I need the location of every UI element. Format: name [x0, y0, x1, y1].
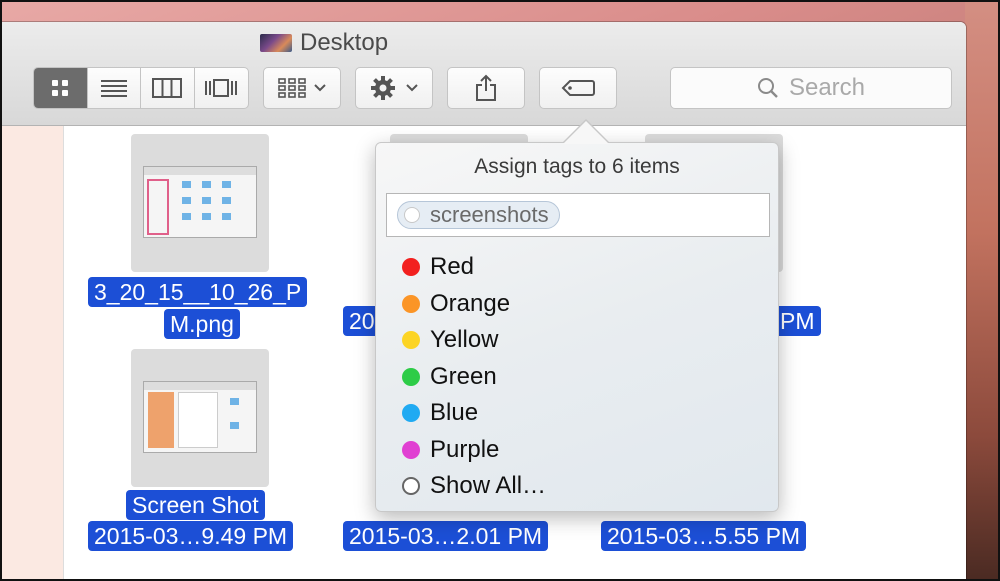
orange-dot-icon [402, 294, 420, 313]
column-view-button[interactable] [141, 68, 195, 108]
file-label[interactable]: 2015-03…5.55 PM [601, 521, 807, 551]
share-icon [476, 74, 496, 101]
tag-label: Green [430, 362, 497, 390]
tag-token[interactable]: screenshots [397, 201, 560, 229]
desktop-wallpaper [965, 0, 1000, 581]
window-title: Desktop [260, 29, 389, 56]
blue-dot-icon [402, 404, 420, 423]
screenshot-preview [143, 166, 257, 238]
popover-arrow-fill [563, 121, 609, 144]
desktop-folder-icon [260, 34, 292, 52]
arrange-button[interactable] [263, 67, 341, 109]
file-label[interactable]: 2015-03…9.49 PM [88, 521, 294, 551]
tag-label: Purple [430, 435, 500, 463]
file-thumbnail[interactable] [131, 349, 269, 487]
sidebar [2, 126, 64, 581]
coverflow-icon [205, 79, 238, 97]
tag-item-purple[interactable]: Purple [402, 432, 546, 469]
tag-label: Blue [430, 399, 479, 427]
chevron-down-icon [314, 84, 326, 92]
tag-popover: Assign tags to 6 items screenshots Red O… [375, 142, 779, 512]
tag-button[interactable] [539, 67, 617, 109]
tag-item-blue[interactable]: Blue [402, 395, 546, 432]
list-icon [100, 80, 127, 97]
file-label[interactable]: M.png [164, 309, 240, 339]
file-label[interactable]: 3_20_15__10_26_P [88, 277, 308, 307]
tag-token-label: screenshots [430, 202, 549, 227]
green-dot-icon [402, 367, 420, 386]
empty-circle-icon [402, 477, 420, 496]
tag-item-green[interactable]: Green [402, 359, 546, 396]
tag-input-field[interactable]: screenshots [386, 193, 770, 237]
red-dot-icon [402, 258, 420, 277]
purple-dot-icon [402, 440, 420, 459]
yellow-dot-icon [402, 331, 420, 350]
search-field[interactable]: Search [670, 67, 952, 109]
view-mode-group [33, 67, 249, 109]
tag-item-orange[interactable]: Orange [402, 286, 546, 323]
columns-icon [152, 78, 183, 98]
gear-icon [371, 76, 395, 100]
show-all-label: Show All… [430, 472, 547, 500]
popover-title: Assign tags to 6 items [474, 155, 680, 178]
tag-item-red[interactable]: Red [402, 249, 546, 286]
search-placeholder: Search [788, 74, 866, 101]
icon-view-button[interactable] [34, 68, 88, 108]
tag-icon [561, 80, 595, 96]
file-label[interactable]: PM [774, 306, 821, 336]
tag-item-yellow[interactable]: Yellow [402, 322, 546, 359]
action-button[interactable] [355, 67, 433, 109]
file-label[interactable]: 2015-03…2.01 PM [343, 521, 549, 551]
list-view-button[interactable] [88, 68, 141, 108]
show-all-tags[interactable]: Show All… [402, 468, 546, 505]
grid-icon [52, 80, 69, 96]
tag-label: Red [430, 253, 475, 281]
window-title-text: Desktop [300, 29, 389, 56]
screenshot-preview [143, 381, 257, 453]
file-thumbnail[interactable] [131, 134, 269, 272]
chevron-down-icon [406, 84, 418, 92]
file-label[interactable]: Screen Shot [126, 490, 265, 520]
share-button[interactable] [447, 67, 525, 109]
coverflow-view-button[interactable] [195, 68, 249, 108]
arrange-grid-icon [278, 78, 306, 98]
tag-label: Yellow [430, 326, 499, 354]
tag-label: Orange [430, 289, 511, 317]
tag-list: Red Orange Yellow Green Blue Purple Show… [402, 249, 546, 505]
search-icon [757, 78, 778, 98]
tag-token-dot [404, 207, 420, 223]
